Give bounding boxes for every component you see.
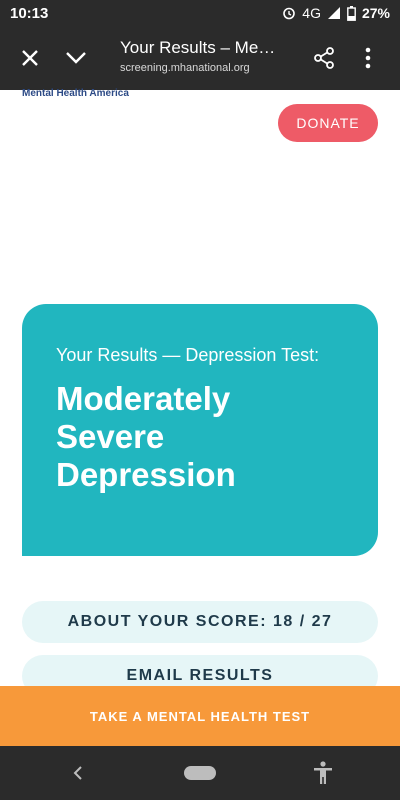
- status-icons: 4G 27%: [282, 5, 390, 21]
- back-chevron-icon: [73, 766, 82, 780]
- results-subtitle: Your Results — Depression Test:: [56, 345, 320, 365]
- more-vert-icon: [365, 47, 371, 69]
- collapse-button[interactable]: [58, 40, 94, 76]
- share-icon: [314, 47, 334, 69]
- accessibility-icon: [314, 761, 332, 784]
- accessibility-button[interactable]: [308, 758, 338, 788]
- chevron-down-icon: [66, 52, 86, 64]
- system-nav-bar: [0, 746, 400, 800]
- results-card: Your Results — Depression Test: Moderate…: [22, 304, 378, 556]
- share-button[interactable]: [306, 40, 342, 76]
- page-url[interactable]: screening.mhanational.org: [120, 62, 290, 74]
- status-bar: 10:13 4G 27%: [0, 0, 400, 26]
- site-logo[interactable]: Mental Health America: [22, 88, 129, 99]
- donate-button[interactable]: DONATE: [278, 104, 378, 142]
- battery-percent: 27%: [361, 5, 390, 21]
- close-button[interactable]: [12, 40, 48, 76]
- about-score-button[interactable]: ABOUT YOUR SCORE: 18 / 27: [22, 601, 378, 643]
- close-icon: [22, 50, 38, 66]
- results-heading: Moderately Severe Depression: [56, 380, 236, 493]
- back-button[interactable]: [64, 760, 92, 786]
- network-label: 4G: [302, 5, 321, 21]
- alarm-icon: [282, 6, 296, 20]
- status-time: 10:13: [10, 4, 49, 22]
- page-title[interactable]: Your Results – Me…: [120, 38, 290, 58]
- browser-toolbar: Your Results – Me… screening.mhanational…: [0, 26, 400, 90]
- take-test-button[interactable]: TAKE A MENTAL HEALTH TEST: [0, 686, 400, 746]
- battery-icon: [347, 5, 356, 21]
- home-pill[interactable]: [184, 766, 216, 780]
- more-options-button[interactable]: [350, 40, 386, 76]
- signal-icon: [327, 6, 341, 20]
